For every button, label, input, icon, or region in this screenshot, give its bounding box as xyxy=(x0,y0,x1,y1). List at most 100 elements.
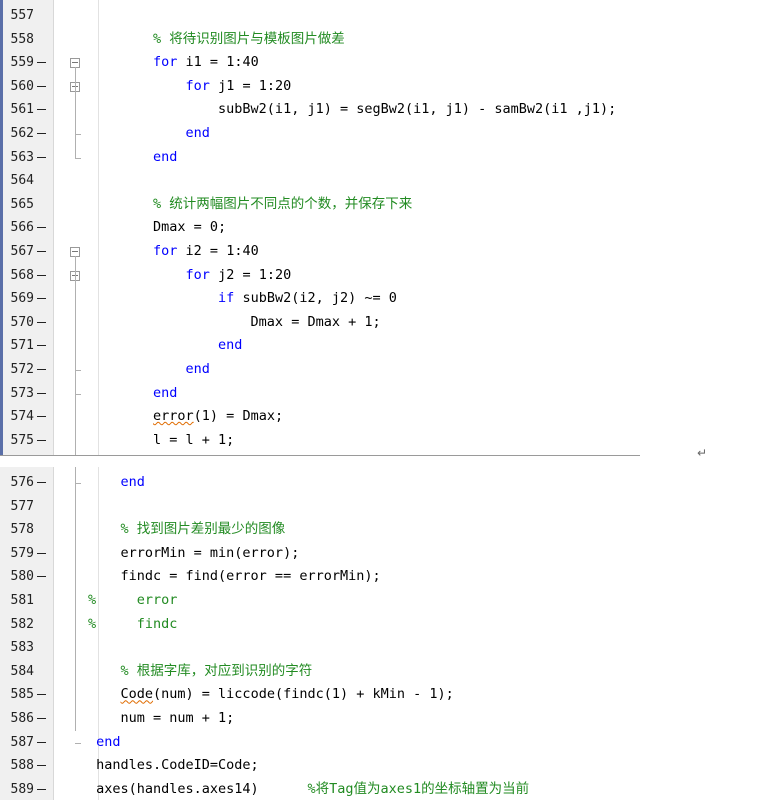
breakpoint-marker[interactable] xyxy=(37,576,46,578)
line-number: 557 xyxy=(10,8,34,23)
code-line[interactable]: 561 subBw2(i1, j1) = segBw2(i1, j1) - sa… xyxy=(0,98,781,122)
code-line[interactable]: 563 end xyxy=(0,146,781,170)
breakpoint-marker[interactable] xyxy=(37,345,46,347)
code-text: % 找到图片差别最少的图像 xyxy=(88,521,286,538)
code-line[interactable]: 565 % 统计两幅图片不同点的个数，并保存下来 xyxy=(0,193,781,217)
code-line[interactable]: 557 xyxy=(0,4,781,28)
breakpoint-marker[interactable] xyxy=(37,85,46,87)
line-number: 559 xyxy=(10,55,34,71)
code-line[interactable]: 586 num = num + 1; xyxy=(0,707,781,731)
code-line[interactable]: 587 end xyxy=(0,731,781,755)
code-line[interactable]: 569 if subBw2(i2, j2) ~= 0 xyxy=(0,287,781,311)
code-text: end xyxy=(96,733,121,750)
line-number: 567 xyxy=(10,244,34,259)
editor-panel-bottom: 576 end 577 578 % 找到图片差别最少的图像 579 errorMin … xyxy=(0,467,781,800)
code-line[interactable]: 574 error(1) = Dmax; xyxy=(0,405,781,429)
code-text: handles.CodeID=Code; xyxy=(88,757,259,774)
code-line[interactable]: 570 Dmax = Dmax + 1; xyxy=(0,311,781,335)
code-line[interactable]: 573 end xyxy=(0,382,781,406)
code-text: Code(num) = liccode(findc(1) + kMin - 1)… xyxy=(120,686,454,703)
code-text: for j2 = 1:20 xyxy=(185,266,292,283)
code-line[interactable]: 571 end xyxy=(0,334,781,358)
line-number: 560 xyxy=(10,78,34,94)
code-line[interactable]: 564 xyxy=(0,169,781,193)
breakpoint-marker[interactable] xyxy=(37,552,46,554)
code-line[interactable]: 576 end xyxy=(0,471,781,495)
code-line[interactable]: 572 end xyxy=(0,358,781,382)
code-line[interactable]: 579 errorMin = min(error); xyxy=(0,542,781,566)
code-text: for i2 = 1:40 xyxy=(153,243,259,259)
line-number: 581 xyxy=(10,593,34,608)
code-text: error(1) = Dmax; xyxy=(153,408,284,425)
line-number: 579 xyxy=(10,545,34,561)
code-line[interactable]: 558 % 将待识别图片与模板图片做差 xyxy=(0,28,781,52)
line-number: 582 xyxy=(10,616,34,632)
line-number: 577 xyxy=(10,498,34,514)
breakpoint-marker[interactable] xyxy=(37,298,46,300)
code-line[interactable]: 559 for i1 = 1:40 xyxy=(0,51,781,75)
code-text: for j1 = 1:20 xyxy=(185,77,292,94)
breakpoint-marker[interactable] xyxy=(37,788,46,790)
code-line[interactable]: 584 % 根据字库，对应到识别的字符 xyxy=(0,660,781,684)
code-line[interactable]: 560 for j1 = 1:20 xyxy=(0,75,781,99)
breakpoint-marker[interactable] xyxy=(37,62,46,64)
breakpoint-marker[interactable] xyxy=(37,416,46,418)
line-number: 578 xyxy=(10,522,34,538)
line-number: 586 xyxy=(10,711,34,726)
line-number: 583 xyxy=(10,640,34,656)
code-text: end xyxy=(120,474,145,490)
line-number: 563 xyxy=(10,149,34,165)
code-line[interactable]: 577 xyxy=(0,495,781,519)
code-line[interactable]: 583 xyxy=(0,636,781,660)
editor-panel-top: 557 558 % 将待识别图片与模板图片做差 559 for i1 = 1:40 5… xyxy=(0,0,781,455)
breakpoint-marker[interactable] xyxy=(37,133,46,134)
code-line[interactable]: 562 end xyxy=(0,122,781,146)
code-line[interactable]: 568 for j2 = 1:20 xyxy=(0,264,781,288)
code-text: % 根据字库，对应到识别的字符 xyxy=(88,662,313,679)
code-text: end xyxy=(185,125,210,141)
breakpoint-marker[interactable] xyxy=(37,274,46,276)
breakpoint-marker[interactable] xyxy=(37,439,46,441)
breakpoint-marker[interactable] xyxy=(37,251,46,252)
breakpoint-marker[interactable] xyxy=(37,694,46,696)
line-number: 568 xyxy=(10,267,34,283)
fold-guide xyxy=(75,467,76,731)
line-number: 580 xyxy=(10,569,34,585)
breakpoint-marker[interactable] xyxy=(37,482,46,483)
fold-guide xyxy=(75,256,76,455)
line-number: 584 xyxy=(10,663,34,679)
fold-end-marker xyxy=(75,742,81,744)
breakpoint-marker[interactable] xyxy=(37,227,46,229)
line-number: 569 xyxy=(10,291,34,307)
code-text: end xyxy=(153,148,178,165)
breakpoint-marker[interactable] xyxy=(37,718,46,719)
code-line[interactable]: 581 % error xyxy=(0,589,781,613)
code-line[interactable]: 566 Dmax = 0; xyxy=(0,216,781,240)
code-line[interactable]: 575 l = l + 1; xyxy=(0,429,781,453)
code-line[interactable]: 582 % findc xyxy=(0,613,781,637)
code-text: end xyxy=(153,384,178,401)
breakpoint-marker[interactable] xyxy=(37,321,46,323)
code-line[interactable]: 589 axes(handles.axes14) %将Tag值为axes1的坐标… xyxy=(0,778,781,800)
line-number: 562 xyxy=(10,126,34,141)
line-number: 574 xyxy=(10,409,34,425)
code-line[interactable]: 578 % 找到图片差别最少的图像 xyxy=(0,518,781,542)
breakpoint-marker[interactable] xyxy=(37,109,46,111)
line-number: 571 xyxy=(10,338,34,354)
breakpoint-marker[interactable] xyxy=(37,765,46,767)
line-number: 589 xyxy=(10,781,34,797)
code-line[interactable]: 567 for i2 = 1:40 xyxy=(0,240,781,264)
code-line[interactable]: 588 handles.CodeID=Code; xyxy=(0,754,781,778)
breakpoint-marker[interactable] xyxy=(37,392,46,394)
line-number: 585 xyxy=(10,687,34,703)
breakpoint-marker[interactable] xyxy=(37,741,46,743)
breakpoint-marker[interactable] xyxy=(37,156,46,158)
line-number: 573 xyxy=(10,385,34,401)
line-number: 572 xyxy=(10,362,34,377)
code-line[interactable]: 580 findc = find(error == errorMin); xyxy=(0,565,781,589)
line-number: 576 xyxy=(10,475,34,490)
breakpoint-marker[interactable] xyxy=(37,369,46,370)
code-text: num = num + 1; xyxy=(88,710,235,726)
line-number: 565 xyxy=(10,196,34,212)
code-line[interactable]: 585 Code(num) = liccode(findc(1) + kMin … xyxy=(0,683,781,707)
